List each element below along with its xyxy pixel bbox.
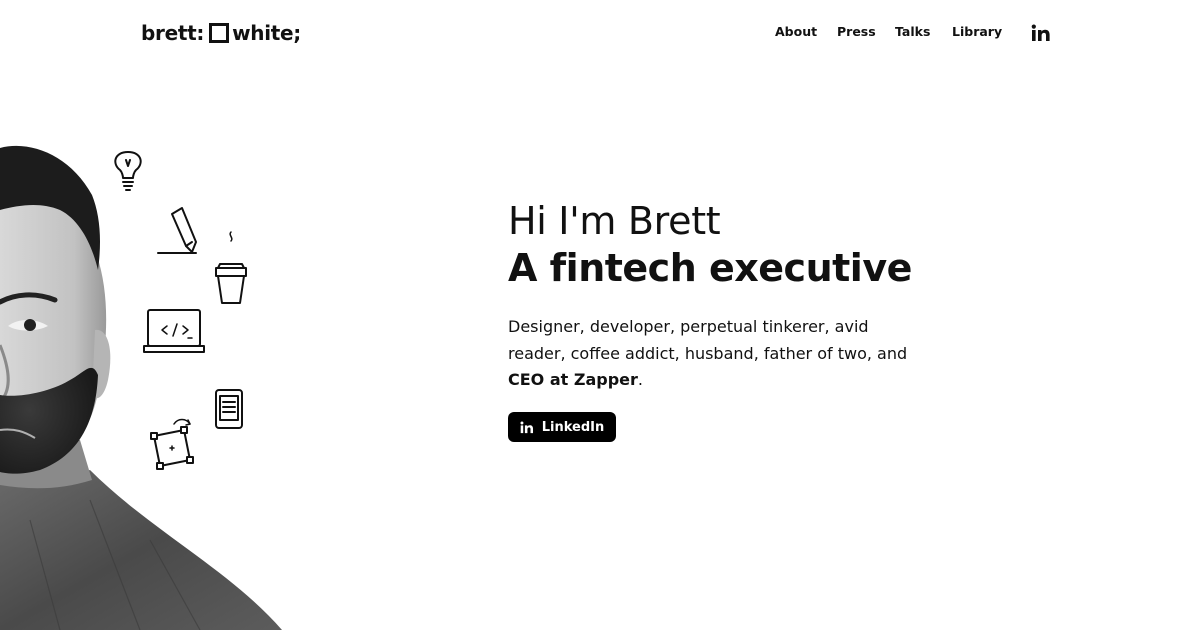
- ereader-icon: [215, 389, 243, 429]
- hero-section: Hi I'm Brett A fintech executive Designe…: [508, 198, 928, 394]
- bio-text: Designer, developer, perpetual tinkerer,…: [508, 317, 908, 363]
- nav-about[interactable]: About: [775, 24, 817, 39]
- nav-library[interactable]: Library: [952, 24, 1002, 39]
- lightbulb-icon: [114, 151, 142, 191]
- coffee-cup-icon: [215, 263, 247, 304]
- hero-greeting: Hi I'm Brett: [508, 199, 721, 243]
- main-nav: About Press Talks Library: [0, 24, 1200, 44]
- site-header: brett: white; About Press Talks Library: [0, 0, 1200, 66]
- bio-end: .: [637, 370, 643, 389]
- linkedin-button[interactable]: LinkedIn: [508, 412, 616, 442]
- linkedin-button-label: LinkedIn: [541, 419, 605, 435]
- linkedin-icon: [520, 421, 534, 434]
- linkedin-icon[interactable]: [1031, 24, 1051, 42]
- nav-talks[interactable]: Talks: [895, 24, 930, 39]
- hero-headline: A fintech executive: [508, 246, 912, 290]
- doodle-illustrations: [100, 140, 270, 480]
- bio-ceo-link: CEO at Zapper: [508, 370, 638, 389]
- hero-bio: Designer, developer, perpetual tinkerer,…: [508, 314, 908, 394]
- pencil-icon: [157, 207, 197, 254]
- nav-press[interactable]: Press: [837, 24, 876, 39]
- laptop-code-icon: [143, 309, 205, 353]
- transform-box-icon: [150, 418, 194, 470]
